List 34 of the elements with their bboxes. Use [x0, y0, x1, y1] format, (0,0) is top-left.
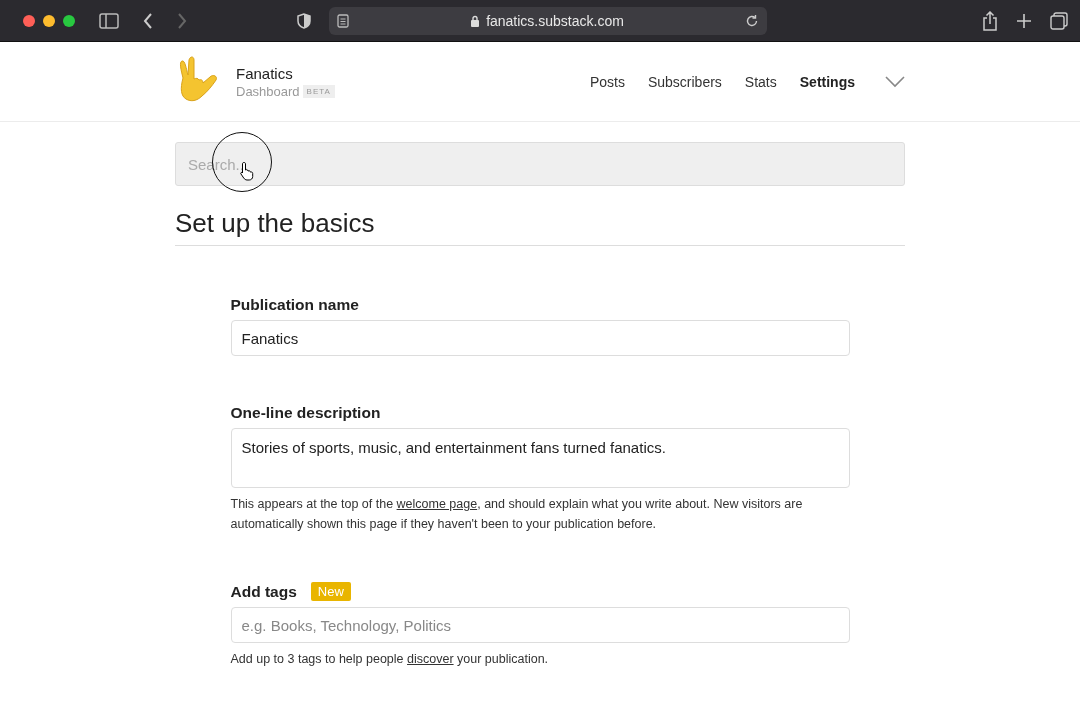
text-field[interactable]: Fanatics [230, 320, 850, 356]
help-text: This appears at the top of the welcome page, and should explain what you write about. New visitors are automatically shown this page if they haven't been to your publication before. [230, 496, 804, 533]
new-tab-icon[interactable] [1016, 12, 1032, 29]
close-window-icon[interactable] [23, 14, 35, 27]
sidebar-icon[interactable] [99, 12, 119, 29]
chevron-down-icon[interactable] [885, 75, 905, 88]
url-text: fanatics.substack.com [486, 12, 624, 29]
nav-link[interactable]: Subscribers [647, 73, 722, 90]
beta-badge: BETA [302, 84, 335, 98]
text-field[interactable]: e.g. Books, Technology, Politics [230, 607, 850, 643]
tabs-overview-icon[interactable] [1050, 11, 1068, 30]
lock-icon [470, 14, 481, 27]
help-text: Add up to 3 tags to help people discover your publication. [230, 651, 550, 668]
reader-icon[interactable] [337, 13, 349, 28]
section-heading: Set up the basics [175, 208, 905, 246]
nav-link[interactable]: Settings [799, 73, 855, 90]
field-label: Add tags [230, 582, 297, 601]
publication-name: Fanatics [236, 64, 294, 82]
zoom-window-icon[interactable] [63, 14, 75, 27]
nav-link[interactable]: Posts [589, 73, 625, 90]
field-label: Publication name [230, 296, 359, 314]
share-icon[interactable] [982, 10, 998, 31]
dashboard-label: Dashboard [236, 83, 300, 99]
help-link[interactable]: discover [407, 652, 454, 666]
reload-icon[interactable] [745, 13, 759, 28]
nav-link[interactable]: Stats [744, 73, 777, 90]
forward-icon[interactable] [177, 12, 187, 29]
new-badge: New [310, 582, 351, 601]
description-field[interactable]: Stories of sports, music, and entertainment fans turned fanatics. [230, 428, 850, 488]
field-label: One-line description [230, 404, 381, 422]
shield-icon[interactable] [297, 12, 311, 29]
minimize-window-icon[interactable] [43, 14, 55, 27]
address-bar[interactable]: fanatics.substack.com [329, 6, 767, 35]
back-icon[interactable] [143, 12, 153, 29]
